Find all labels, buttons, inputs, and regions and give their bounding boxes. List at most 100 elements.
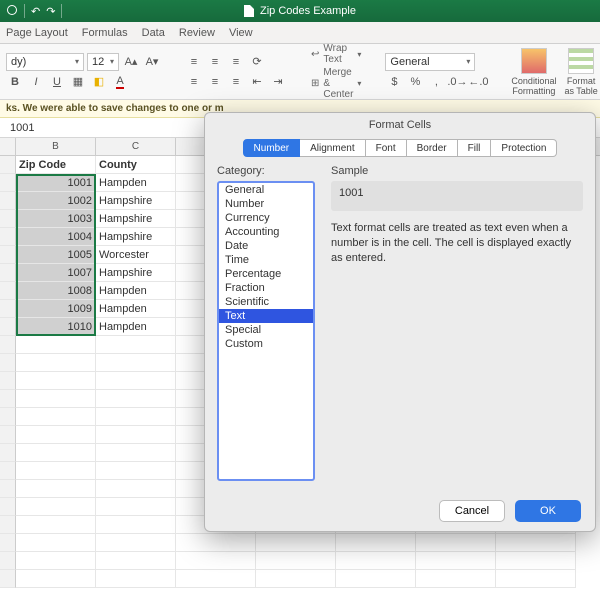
category-item-time[interactable]: Time <box>219 253 313 267</box>
cell[interactable] <box>496 534 576 552</box>
dialog-tab-font[interactable]: Font <box>366 139 407 157</box>
cell[interactable]: 1008 <box>16 282 96 300</box>
align-left-icon[interactable]: ≡ <box>185 73 203 91</box>
col-header-b[interactable]: B <box>16 138 96 155</box>
undo-icon[interactable]: ↶ <box>31 5 40 18</box>
category-item-scientific[interactable]: Scientific <box>219 295 313 309</box>
cell[interactable] <box>96 426 176 444</box>
cell[interactable] <box>96 552 176 570</box>
font-color-icon[interactable]: A <box>111 73 129 91</box>
cell[interactable] <box>336 534 416 552</box>
align-top-icon[interactable]: ≡ <box>185 53 203 71</box>
cell[interactable] <box>16 534 96 552</box>
cell[interactable] <box>256 552 336 570</box>
cell[interactable] <box>96 498 176 516</box>
cell[interactable]: Hampden <box>96 318 176 336</box>
merge-center-button[interactable]: ⊞Merge & Center▾ <box>311 67 361 100</box>
tab-formulas[interactable]: Formulas <box>82 27 128 39</box>
cell[interactable]: 1010 <box>16 318 96 336</box>
format-as-table-button[interactable]: Format as Table <box>564 48 597 96</box>
cell[interactable] <box>96 480 176 498</box>
cell[interactable]: 1002 <box>16 192 96 210</box>
cell[interactable] <box>96 372 176 390</box>
cell[interactable]: Hampshire <box>96 192 176 210</box>
cell[interactable] <box>256 570 336 588</box>
cell[interactable] <box>96 516 176 534</box>
align-center-icon[interactable]: ≡ <box>206 73 224 91</box>
autosave-icon[interactable] <box>6 4 18 19</box>
col-header-c[interactable]: C <box>96 138 176 155</box>
dialog-tab-alignment[interactable]: Alignment <box>300 139 365 157</box>
decrease-font-icon[interactable]: A▾ <box>143 53 161 71</box>
cell[interactable] <box>416 552 496 570</box>
cell[interactable]: Worcester <box>96 246 176 264</box>
ok-button[interactable]: OK <box>515 500 581 522</box>
cell[interactable] <box>176 570 256 588</box>
category-item-custom[interactable]: Custom <box>219 337 313 351</box>
cell[interactable]: Hampden <box>96 174 176 192</box>
decrease-decimal-icon[interactable]: ←.0 <box>469 73 487 91</box>
cell[interactable] <box>96 408 176 426</box>
cancel-button[interactable]: Cancel <box>439 500 505 522</box>
cell[interactable] <box>16 516 96 534</box>
category-item-general[interactable]: General <box>219 183 313 197</box>
cell[interactable] <box>176 552 256 570</box>
cell[interactable] <box>176 534 256 552</box>
cell[interactable] <box>416 570 496 588</box>
cell[interactable] <box>16 444 96 462</box>
cell[interactable] <box>16 354 96 372</box>
cell[interactable]: 1005 <box>16 246 96 264</box>
comma-icon[interactable]: , <box>427 73 445 91</box>
dialog-tab-border[interactable]: Border <box>407 139 458 157</box>
percent-icon[interactable]: % <box>406 73 424 91</box>
cell[interactable]: 1004 <box>16 228 96 246</box>
increase-font-icon[interactable]: A▴ <box>122 53 140 71</box>
category-item-special[interactable]: Special <box>219 323 313 337</box>
cell[interactable] <box>416 534 496 552</box>
cell[interactable] <box>96 462 176 480</box>
bold-icon[interactable]: B <box>6 73 24 91</box>
category-item-number[interactable]: Number <box>219 197 313 211</box>
tab-data[interactable]: Data <box>142 27 165 39</box>
cell[interactable]: 1009 <box>16 300 96 318</box>
grid-row[interactable] <box>0 534 600 552</box>
cell[interactable] <box>96 354 176 372</box>
cell[interactable] <box>16 498 96 516</box>
increase-decimal-icon[interactable]: .0→ <box>448 73 466 91</box>
cell[interactable] <box>496 570 576 588</box>
font-size-combo[interactable]: 12▾ <box>87 53 119 71</box>
border-icon[interactable]: ▦ <box>69 73 87 91</box>
tab-view[interactable]: View <box>229 27 253 39</box>
grid-row[interactable] <box>0 570 600 588</box>
cell[interactable] <box>16 390 96 408</box>
cell[interactable] <box>16 480 96 498</box>
conditional-formatting-button[interactable]: Conditional Formatting <box>511 48 556 96</box>
cell[interactable]: Hampshire <box>96 210 176 228</box>
category-item-fraction[interactable]: Fraction <box>219 281 313 295</box>
decrease-indent-icon[interactable]: ⇤ <box>248 73 266 91</box>
redo-icon[interactable]: ↷ <box>46 5 55 18</box>
cell[interactable]: 1007 <box>16 264 96 282</box>
cell[interactable]: Hampden <box>96 282 176 300</box>
cell[interactable]: 1003 <box>16 210 96 228</box>
cell[interactable]: Hampshire <box>96 264 176 282</box>
cell[interactable] <box>16 462 96 480</box>
cell[interactable]: County <box>96 156 176 174</box>
cell[interactable]: Hampshire <box>96 228 176 246</box>
dialog-tab-fill[interactable]: Fill <box>458 139 492 157</box>
wrap-text-button[interactable]: ↩Wrap Text▾ <box>311 44 361 65</box>
align-bottom-icon[interactable]: ≡ <box>227 53 245 71</box>
underline-icon[interactable]: U <box>48 73 66 91</box>
cell[interactable] <box>16 408 96 426</box>
cell[interactable] <box>16 372 96 390</box>
increase-indent-icon[interactable]: ⇥ <box>269 73 287 91</box>
grid-row[interactable] <box>0 552 600 570</box>
category-item-percentage[interactable]: Percentage <box>219 267 313 281</box>
cell[interactable] <box>496 552 576 570</box>
cell[interactable] <box>16 570 96 588</box>
cell[interactable] <box>336 570 416 588</box>
cell[interactable] <box>96 570 176 588</box>
category-list[interactable]: GeneralNumberCurrencyAccountingDateTimeP… <box>217 181 315 481</box>
fill-color-icon[interactable]: ◧ <box>90 73 108 91</box>
cell[interactable] <box>16 426 96 444</box>
